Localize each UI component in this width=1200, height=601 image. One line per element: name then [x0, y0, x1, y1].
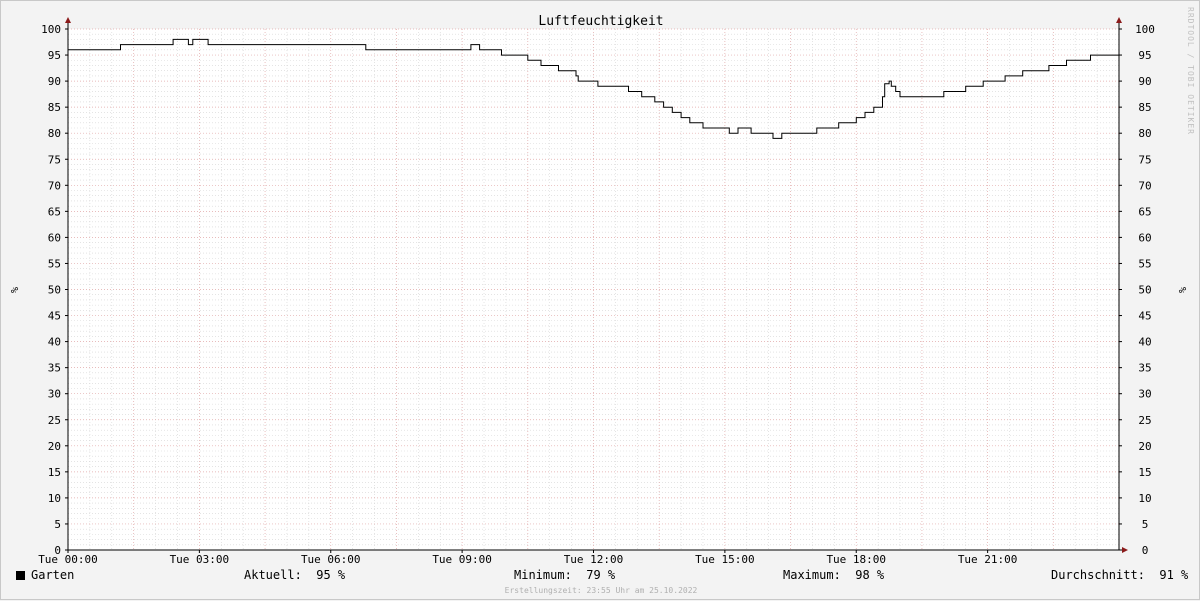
- y-tick-label-left: 100: [41, 23, 61, 36]
- y-tick-label-left: 95: [48, 49, 61, 62]
- y-tick-label-left: 40: [48, 336, 61, 349]
- y-tick-label-left: 50: [48, 284, 61, 297]
- y-tick-label-left: 20: [48, 440, 61, 453]
- y-tick-label-left: 5: [54, 518, 61, 531]
- y-tick-label-left: 65: [48, 205, 61, 218]
- x-tick-label: Tue 09:00: [432, 553, 492, 566]
- y-tick-label-right: 85: [1138, 101, 1151, 114]
- y-axis-label-right: %: [1176, 287, 1187, 293]
- y-tick-label-right: 5: [1142, 518, 1149, 531]
- y-tick-label-left: 15: [48, 466, 61, 479]
- y-tick-label-right: 25: [1138, 414, 1151, 427]
- footer-timestamp: Erstellungszeit: 23:55 Uhr am 25.10.2022: [504, 586, 698, 595]
- y-tick-label-left: 45: [48, 310, 61, 323]
- y-tick-labels-right: 0 5 10 15 20 25 30 35 40 45 50 55 60 65 70 75 80 85 90 95 10…: [1119, 23, 1155, 557]
- y-tick-label-right: 60: [1138, 231, 1151, 244]
- stat-minimum-value: 79 %: [586, 568, 616, 582]
- y-axis-arrow-right: [1116, 17, 1122, 23]
- x-axis-arrow: [1122, 547, 1128, 553]
- y-tick-label-left: 10: [48, 492, 61, 505]
- y-tick-label-left: 60: [48, 231, 61, 244]
- stat-maximum-label: Maximum:: [783, 568, 841, 582]
- stat-aktuell-value: 95 %: [316, 568, 346, 582]
- y-tick-labels-left: 0510152025303540455055606570758085909510…: [41, 23, 68, 557]
- y-tick-label-left: 80: [48, 127, 61, 140]
- y-tick-label-right: 40: [1138, 336, 1151, 349]
- stat-durchschnitt-value: 91 %: [1159, 568, 1189, 582]
- x-tick-label: Tue 15:00: [695, 553, 755, 566]
- y-tick-label-left: 25: [48, 414, 61, 427]
- stat-minimum: Minimum: 79 %: [514, 568, 615, 582]
- y-tick-label-right: 0: [1142, 544, 1149, 557]
- y-tick-label-right: 50: [1138, 284, 1151, 297]
- y-axis-arrow-left: [65, 17, 71, 23]
- y-tick-label-left: 75: [48, 153, 61, 166]
- stat-aktuell-label: Aktuell:: [244, 568, 302, 582]
- y-tick-label-right: 65: [1138, 205, 1151, 218]
- y-tick-label-right: 100: [1135, 23, 1155, 36]
- y-axis-label-left: %: [8, 287, 19, 293]
- y-tick-label-right: 75: [1138, 153, 1151, 166]
- y-tick-label-right: 30: [1138, 388, 1151, 401]
- stat-minimum-label: Minimum:: [514, 568, 572, 582]
- chart-title: Luftfeuchtigkeit: [538, 14, 663, 29]
- watermark: RRDTOOL / TOBI OETIKER: [1186, 7, 1195, 135]
- y-tick-label-left: 85: [48, 101, 61, 114]
- stat-maximum-value: 98 %: [855, 568, 885, 582]
- stat-durchschnitt: Durchschnitt: 91 %: [1051, 568, 1188, 582]
- legend-series-name: Garten: [31, 568, 75, 582]
- stat-maximum: Maximum: 98 %: [783, 568, 884, 582]
- y-tick-label-right: 10: [1138, 492, 1151, 505]
- y-tick-label-left: 90: [48, 75, 61, 88]
- x-tick-label: Tue 18:00: [826, 553, 886, 566]
- y-tick-label-right: 70: [1138, 179, 1151, 192]
- legend-swatch: [16, 571, 25, 580]
- x-tick-labels: Tue 00:00 Tue 03:00 Tue 06:00 Tue 09:00 Tue …: [38, 550, 1017, 566]
- x-tick-label: Tue 03:00: [170, 553, 230, 566]
- x-tick-label: Tue 06:00: [301, 553, 361, 566]
- y-tick-label-right: 20: [1138, 440, 1151, 453]
- x-tick-label: Tue 00:00: [38, 553, 98, 566]
- humidity-chart: 0 5 10 15 20 25 30 35 40 45 50 55 60 65 70 75 80 85 90 95 10…: [8, 14, 1187, 566]
- stat-aktuell: Aktuell: 95 %: [244, 568, 345, 582]
- chart-frame: 0 5 10 15 20 25 30 35 40 45 50 55 60 65 70 75 80 85 90 95 10…: [0, 0, 1200, 600]
- stat-durchschnitt-label: Durchschnitt:: [1051, 568, 1145, 582]
- y-tick-label-right: 45: [1138, 310, 1151, 323]
- y-tick-label-left: 35: [48, 362, 61, 375]
- y-tick-label-left: 70: [48, 179, 61, 192]
- y-tick-label-right: 90: [1138, 75, 1151, 88]
- x-tick-label: Tue 12:00: [564, 553, 624, 566]
- y-tick-label-right: 15: [1138, 466, 1151, 479]
- y-tick-label-right: 80: [1138, 127, 1151, 140]
- y-tick-label-left: 55: [48, 257, 61, 270]
- y-tick-label-left: 30: [48, 388, 61, 401]
- legend-entry: Garten: [16, 568, 74, 582]
- y-tick-label-right: 95: [1138, 49, 1151, 62]
- x-tick-label: Tue 21:00: [958, 553, 1018, 566]
- y-tick-label-right: 35: [1138, 362, 1151, 375]
- y-tick-label-right: 55: [1138, 257, 1151, 270]
